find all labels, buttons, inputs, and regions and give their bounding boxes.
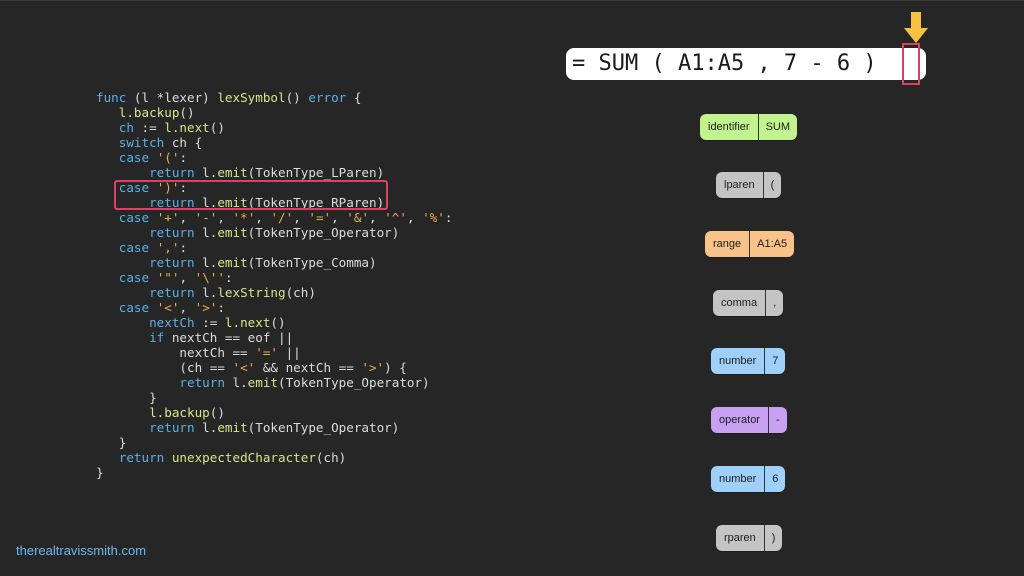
token-value: -: [775, 414, 780, 426]
token-value: (: [770, 179, 775, 191]
token-operator: operator -: [711, 407, 787, 433]
code-line: nextCh := l.next(): [149, 315, 286, 330]
code-line: l.backup(): [118, 105, 195, 120]
code-line: return l.emit(TokenType_Operator): [149, 420, 400, 435]
token-number: number 7: [711, 348, 786, 374]
code-line: case '(':: [118, 150, 188, 165]
token-type: lparen: [724, 179, 755, 191]
code-line: }: [96, 435, 127, 450]
current-char-highlight: [902, 43, 920, 85]
down-arrow-icon: [904, 12, 928, 43]
code-line: (ch == '<' && nextCh == '>') {: [96, 360, 407, 375]
code-line: return l.emit(TokenType_LParen): [149, 165, 385, 180]
token-number: number 6: [711, 466, 786, 492]
token-type: number: [719, 473, 757, 485]
token-value: 6: [772, 473, 779, 485]
token-type: number: [719, 355, 757, 367]
top-divider: [0, 0, 1024, 1]
code-line: func (l *lexer) lexSymbol() error {: [96, 90, 362, 105]
code-line: case '<', '>':: [118, 300, 225, 315]
code-line: case '+', '-', '*', '/', '=', '&', '^', …: [118, 210, 453, 225]
token-range: range A1:A5: [705, 231, 795, 257]
token-lparen: lparen (: [716, 172, 782, 198]
site-url: therealtravissmith.com: [16, 543, 147, 558]
code-line: switch ch {: [118, 135, 203, 150]
token-value: ,: [773, 297, 777, 309]
code-line: case ',':: [118, 240, 188, 255]
formula-bar: = SUM ( A1:A5 , 7 - 6 ): [566, 48, 926, 80]
code-line: ch := l.next(): [118, 120, 225, 135]
token-value: 7: [772, 355, 779, 367]
code-line: return l.emit(TokenType_Comma): [149, 255, 377, 270]
token-type: operator: [719, 414, 760, 426]
code-line: if nextCh == eof ||: [149, 330, 294, 345]
token-value: ): [771, 532, 776, 544]
code-line: return l.emit(TokenType_Operator): [149, 225, 400, 240]
code-line: }: [96, 390, 157, 405]
code-line: l.backup(): [149, 405, 225, 420]
token-value: SUM: [765, 121, 791, 133]
code-block: func (l *lexer) lexSymbol() error { l.ba…: [96, 90, 452, 480]
code-line: return l.lexString(ch): [149, 285, 316, 300]
rparen-case-highlight: [114, 180, 388, 210]
code-line: }: [96, 465, 104, 480]
code-line: return unexpectedCharacter(ch): [118, 450, 347, 465]
token-type: rparen: [724, 532, 756, 544]
token-comma: comma ,: [713, 290, 784, 316]
token-rparen: rparen ): [716, 525, 783, 551]
token-type: comma: [721, 297, 758, 309]
code-line: return l.emit(TokenType_Operator): [179, 375, 430, 390]
code-line: case '"', '\'':: [118, 270, 233, 285]
code-line: nextCh == '=' ||: [96, 345, 301, 360]
token-identifier: identifier SUM: [700, 114, 798, 140]
token-type: identifier: [708, 121, 750, 133]
token-type: range: [713, 238, 742, 250]
token-value: A1:A5: [757, 238, 788, 250]
